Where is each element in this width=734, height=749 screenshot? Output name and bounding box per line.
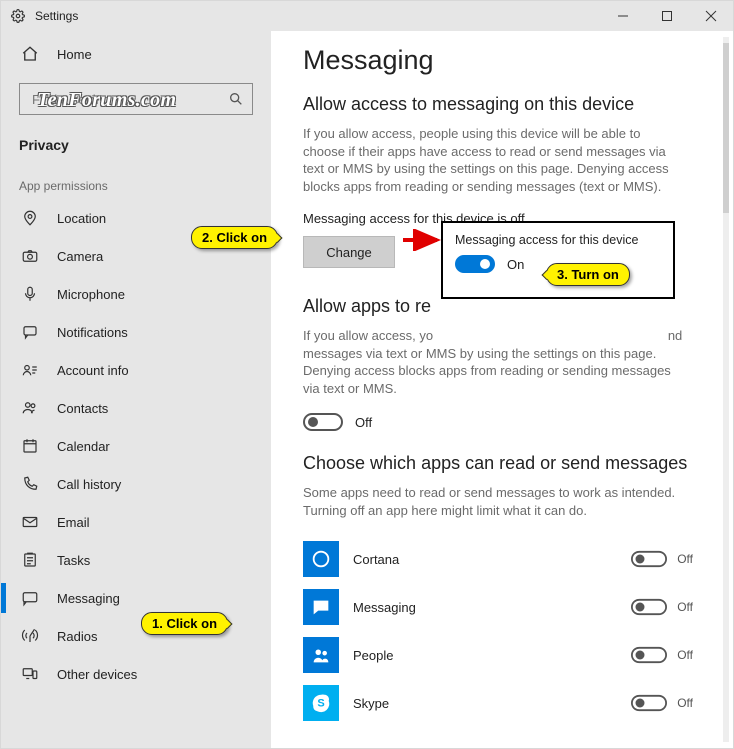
section-device-access-heading: Allow access to messaging on this device [303,94,733,115]
window-titlebar: Settings [1,1,733,31]
sidebar-item-label: Call history [57,477,121,492]
settings-icon [11,9,25,23]
annotation-step-3: 3. Turn on [546,263,630,286]
search-input[interactable] [30,91,228,108]
search-icon [228,91,244,107]
camera-icon [21,247,39,265]
annotation-step-2: 2. Click on [191,226,278,249]
change-button[interactable]: Change [303,236,395,268]
window-title: Settings [35,9,78,23]
app-toggle-label: Off [677,552,693,566]
location-icon [21,209,39,227]
device-access-popup: Messaging access for this device On [441,221,675,299]
change-button-label: Change [326,245,372,260]
app-access-toggle-label: Off [355,415,372,430]
nav-home[interactable]: Home [1,35,271,73]
app-toggle-label: Off [677,648,693,662]
red-arrow-icon [401,229,445,251]
app-row-cortana: Cortana Off [303,535,693,583]
app-row-people: People Off [303,631,693,679]
sidebar-item-label: Microphone [57,287,125,302]
sidebar-item-label: Calendar [57,439,110,454]
app-name-label: People [353,648,393,663]
sidebar-item-contacts[interactable]: Contacts [1,389,271,427]
cortana-icon [303,541,339,577]
sidebar-subhead: App permissions [1,161,271,199]
scrollbar[interactable] [723,37,729,742]
section-choose-apps-desc: Some apps need to read or send messages … [303,484,693,519]
tasks-icon [21,551,39,569]
app-row-messaging: Messaging Off [303,583,693,631]
main-content: Messaging Allow access to messaging on t… [271,31,733,748]
close-button[interactable] [689,1,733,31]
sidebar-item-label: Account info [57,363,129,378]
calendar-icon [21,437,39,455]
app-toggle-cortana[interactable] [631,551,667,567]
radios-icon [21,627,39,645]
section-choose-apps-heading: Choose which apps can read or send messa… [303,453,733,474]
page-title: Messaging [303,45,733,76]
sidebar-item-label: Other devices [57,667,137,682]
app-toggle-messaging[interactable] [631,599,667,615]
sidebar-item-label: Radios [57,629,97,644]
app-name-label: Messaging [353,600,416,615]
sidebar-item-call-history[interactable]: Call history [1,465,271,503]
sidebar-section-title: Privacy [1,115,271,161]
sidebar-item-label: Messaging [57,591,120,606]
annotation-step-1: 1. Click on [141,612,228,635]
messaging-app-icon [303,589,339,625]
app-toggle-label: Off [677,696,693,710]
app-toggle-label: Off [677,600,693,614]
svg-text:S: S [317,698,324,710]
home-icon [21,45,39,63]
sidebar-item-calendar[interactable]: Calendar [1,427,271,465]
sidebar-item-label: Notifications [57,325,128,340]
notifications-icon [21,323,39,341]
skype-app-icon: S [303,685,339,721]
call-history-icon [21,475,39,493]
sidebar: Home TenForums.com Privacy App permissio… [1,31,271,748]
app-list: Cortana Off Messaging Off People [303,535,733,727]
sidebar-item-other-devices[interactable]: Other devices [1,655,271,693]
account-icon [21,361,39,379]
sidebar-item-label: Email [57,515,90,530]
sidebar-item-notifications[interactable]: Notifications [1,313,271,351]
sidebar-item-microphone[interactable]: Microphone [1,275,271,313]
app-access-toggle-row: Off [303,413,733,431]
app-toggle-skype[interactable] [631,695,667,711]
sidebar-item-label: Camera [57,249,103,264]
contacts-icon [21,399,39,417]
popup-toggle-label: On [507,257,524,272]
sidebar-item-label: Location [57,211,106,226]
minimize-button[interactable] [601,1,645,31]
sidebar-item-label: Contacts [57,401,108,416]
devices-icon [21,665,39,683]
app-toggle-people[interactable] [631,647,667,663]
popup-toggle[interactable] [455,255,495,273]
email-icon [21,513,39,531]
sidebar-item-account-info[interactable]: Account info [1,351,271,389]
people-app-icon [303,637,339,673]
section-app-access-desc: If you allow access, yo xxxxxxxxxxxxxxxx… [303,327,683,397]
app-row-skype: S Skype Off [303,679,693,727]
section-app-access-heading: Allow apps to re [303,296,733,317]
sidebar-item-label: Tasks [57,553,90,568]
popup-title: Messaging access for this device [455,233,661,247]
app-access-toggle[interactable] [303,413,343,431]
sidebar-item-messaging[interactable]: Messaging [1,579,271,617]
section-device-access-desc: If you allow access, people using this d… [303,125,683,195]
messaging-icon [21,589,39,607]
sidebar-item-email[interactable]: Email [1,503,271,541]
app-name-label: Cortana [353,552,399,567]
scroll-thumb[interactable] [723,43,729,213]
sidebar-item-tasks[interactable]: Tasks [1,541,271,579]
app-name-label: Skype [353,696,389,711]
maximize-button[interactable] [645,1,689,31]
nav-home-label: Home [57,47,92,62]
microphone-icon [21,285,39,303]
search-box[interactable] [19,83,253,115]
